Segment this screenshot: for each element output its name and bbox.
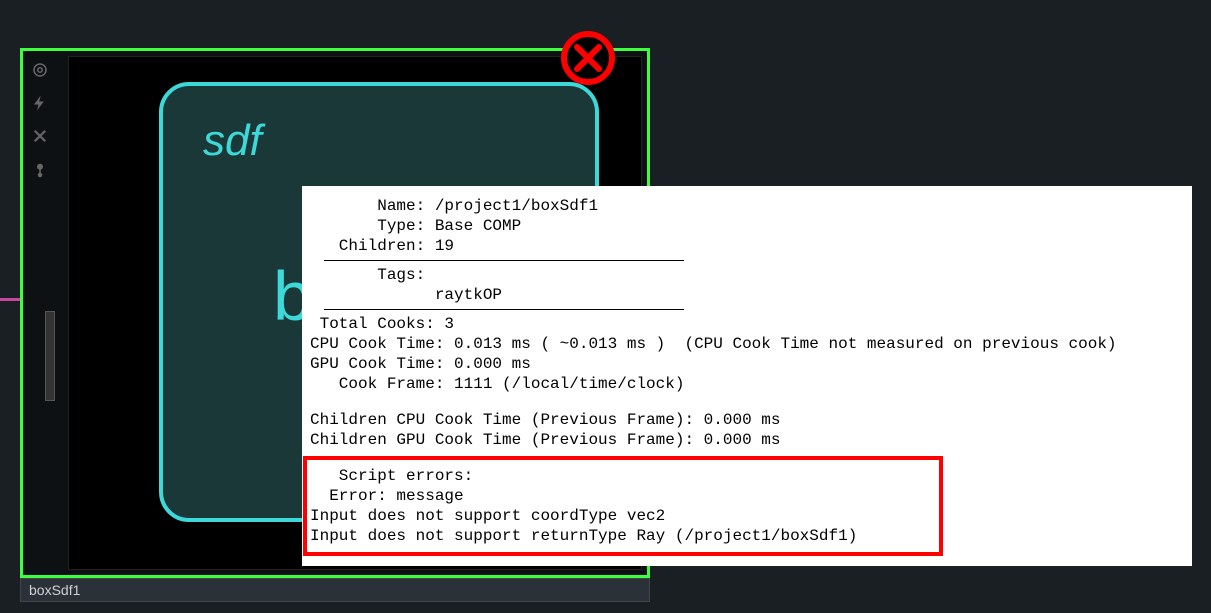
info-row-cpu-cook: CPU Cook Time: 0.013 ms ( ~0.013 ms ) (C… — [310, 334, 1184, 354]
info-script-errors-label: Script errors: — [310, 466, 1184, 486]
info-row-name: Name: /project1/boxSdf1 — [310, 196, 1184, 216]
info-row-gpu-cook: GPU Cook Time: 0.000 ms — [310, 354, 1184, 374]
divider — [324, 309, 684, 310]
info-row-children-gpu: Children GPU Cook Time (Previous Frame):… — [310, 430, 1184, 450]
divider — [324, 260, 684, 261]
node-wire — [0, 298, 20, 301]
network-canvas[interactable]: sdf b boxSdf1 Name: /project1/boxSdf1 Ty… — [0, 0, 1211, 613]
info-row-tags-label: Tags: — [310, 265, 1184, 285]
node-input-handle[interactable] — [45, 311, 55, 401]
info-tooltip-panel: Name: /project1/boxSdf1 Type: Base COMP … — [302, 186, 1192, 566]
spacer — [310, 394, 1184, 410]
node-name-bar[interactable]: boxSdf1 — [20, 578, 650, 602]
bolt-icon[interactable] — [31, 94, 57, 117]
lock-icon[interactable] — [31, 160, 57, 183]
target-icon[interactable] — [31, 61, 57, 84]
info-row-children: Children: 19 — [310, 236, 1184, 256]
info-row-children-cpu: Children CPU Cook Time (Previous Frame):… — [310, 410, 1184, 430]
info-error-line-1: Input does not support coordType vec2 — [310, 506, 1184, 526]
sdf-type-label: sdf — [203, 116, 262, 166]
info-row-tags-value: raytkOP — [310, 285, 1184, 305]
info-row-cook-frame: Cook Frame: 1111 (/local/time/clock) — [310, 374, 1184, 394]
info-error-message-label: Error: message — [310, 486, 1184, 506]
node-flag-icons — [31, 61, 57, 183]
spacer — [310, 450, 1184, 466]
error-badge-icon[interactable] — [560, 30, 616, 86]
node-name-text: boxSdf1 — [29, 582, 80, 598]
info-row-type: Type: Base COMP — [310, 216, 1184, 236]
info-row-total-cooks: Total Cooks: 3 — [310, 314, 1184, 334]
info-error-line-2: Input does not support returnType Ray (/… — [310, 526, 1184, 546]
close-icon[interactable] — [31, 127, 57, 150]
